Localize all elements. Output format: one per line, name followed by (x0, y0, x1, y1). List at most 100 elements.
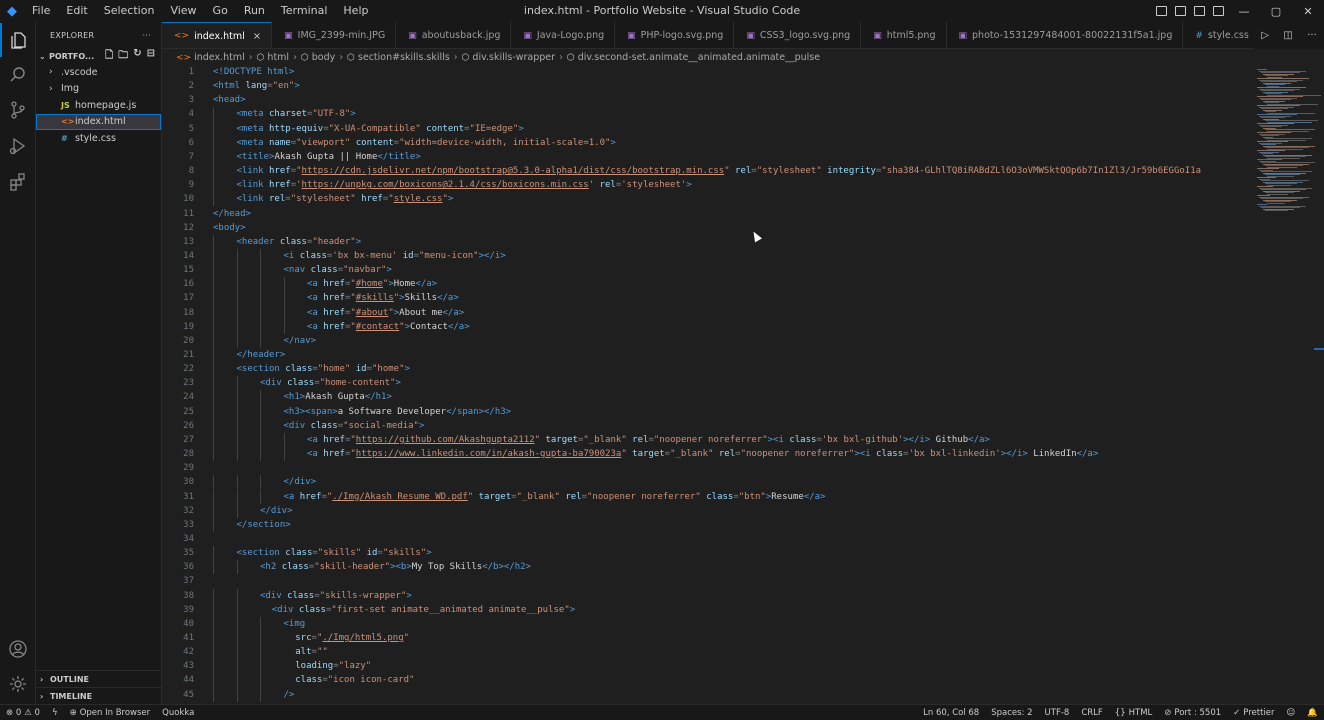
code-text: /> (284, 688, 295, 702)
outline-section[interactable]: › OUTLINE (36, 670, 162, 687)
account-icon[interactable] (0, 632, 36, 666)
indentation[interactable]: Spaces: 2 (985, 708, 1038, 718)
breadcrumb-item[interactable]: ⬡ div.skills-wrapper (462, 52, 556, 63)
tree-item-style-css[interactable]: # style.css (36, 130, 161, 147)
menu-file[interactable]: File (24, 0, 58, 22)
notifications-bell-icon[interactable]: 🔔 (1301, 708, 1324, 718)
menu-go[interactable]: Go (205, 0, 236, 22)
code-text: <meta http-equiv="X-UA-Compatible" conte… (237, 122, 524, 136)
braces-icon: {} (1114, 708, 1126, 718)
quokka-button[interactable]: Quokka (156, 708, 200, 718)
indent-guide (213, 234, 214, 249)
breadcrumb-item[interactable]: ⬡ body (301, 52, 335, 63)
tab-php-logo-svg-png[interactable]: ▣ PHP-logo.svg.png (615, 22, 735, 48)
line-ending[interactable]: CRLF (1075, 708, 1108, 718)
code-line: 21 </header> (162, 348, 1254, 363)
tree-item--vscode[interactable]: › .vscode (36, 64, 161, 81)
code-editor[interactable]: 1 <!DOCTYPE html> 2 <html lang="en"> 3 <head>… (162, 65, 1254, 704)
tree-item-img[interactable]: › Img (36, 81, 161, 98)
toggle-secondary-sidebar-icon[interactable] (1190, 0, 1209, 22)
indent-guide (213, 489, 214, 504)
breadcrumb-item[interactable]: ⬡ html (257, 52, 290, 63)
encoding[interactable]: UTF-8 (1039, 708, 1076, 718)
menu-terminal[interactable]: Terminal (273, 0, 336, 22)
gear-icon[interactable] (0, 667, 36, 701)
customize-layout-icon[interactable] (1209, 0, 1228, 22)
line-number: 24 (183, 392, 194, 403)
close-icon[interactable]: × (253, 31, 261, 42)
explorer-more-icon[interactable]: ··· (142, 31, 151, 40)
breadcrumb-item[interactable]: ⬡ div.second-set.animate__animated.animat… (567, 52, 820, 63)
new-folder-icon[interactable]: 🗀 (118, 48, 128, 65)
source-control-icon[interactable] (0, 93, 36, 127)
token-tag: <a (307, 279, 324, 290)
token-tag: ></i> (1000, 449, 1034, 460)
indent-guide (213, 418, 214, 433)
workspace-folder[interactable]: ⌄ PORTFO... 🗋 🗀 ↻ ⊟ (36, 48, 161, 64)
token-tag: <section (236, 548, 286, 559)
tree-item-index-html[interactable]: <> index.html (36, 113, 161, 130)
token-tag: <i (283, 250, 300, 261)
tab-aboutusback-jpg[interactable]: ▣ aboutusback.jpg (396, 22, 512, 48)
language-mode[interactable]: {} HTML (1109, 708, 1158, 718)
tab-css3-logo-svg-png[interactable]: ▣ CSS3_logo.svg.png (734, 22, 862, 48)
token-tag: </div> (283, 477, 317, 488)
split-editor-icon[interactable]: ◫ (1283, 30, 1292, 41)
indent-guide (213, 362, 214, 377)
menu-selection[interactable]: Selection (96, 0, 163, 22)
refresh-icon[interactable]: ↻ (133, 48, 141, 65)
extensions-icon[interactable] (0, 165, 36, 199)
tab-img-2399-min-jpg[interactable]: ▣ IMG_2399-min.JPG (272, 22, 397, 48)
live-share-icon[interactable]: ϟ (46, 708, 64, 718)
token-tag: <nav (283, 265, 311, 276)
explorer-icon[interactable] (0, 23, 36, 57)
prettier-status[interactable]: ✓ Prettier (1227, 708, 1280, 718)
toggle-primary-sidebar-icon[interactable] (1152, 0, 1171, 22)
menu-help[interactable]: Help (335, 0, 376, 22)
breadcrumb-item[interactable]: ⬡ section#skills.skills (347, 52, 450, 63)
timeline-section[interactable]: › TIMELINE (36, 687, 162, 704)
indent-guide (236, 404, 238, 419)
search-icon[interactable] (0, 58, 36, 92)
menu-run[interactable]: Run (236, 0, 273, 22)
toggle-panel-icon[interactable] (1171, 0, 1190, 22)
token-attr: class (789, 434, 817, 445)
token-val: "IE=edge" (469, 123, 519, 134)
token-tag: </header> (236, 350, 286, 360)
tab-label: photo-1531297484001-80022131f5a1.jpg (972, 30, 1173, 41)
indent-guide (213, 447, 214, 462)
new-file-icon[interactable]: 🗋 (105, 48, 113, 65)
problems-indicator[interactable]: ⊗ 0 ⚠ 0 (0, 708, 46, 718)
token-txt: Resume (771, 491, 804, 502)
menu-edit[interactable]: Edit (58, 0, 95, 22)
run-debug-icon[interactable] (0, 129, 36, 163)
image-file-icon: ▣ (284, 30, 293, 41)
code-text: <body> (213, 221, 246, 235)
breadcrumb-label: div.skills-wrapper (472, 51, 556, 63)
breadcrumb-item[interactable]: <> index.html (176, 52, 245, 63)
run-icon[interactable]: ▷ (1261, 30, 1269, 41)
live-server-port[interactable]: ⊘ Port : 5501 (1158, 708, 1227, 718)
indent-guide (236, 447, 238, 462)
more-actions-icon[interactable]: ··· (1307, 30, 1317, 41)
tab-photo-1531297484001-80022131f5a1-jpg[interactable]: ▣ photo-1531297484001-80022131f5a1.jpg (947, 22, 1184, 48)
line-number: 31 (183, 491, 194, 502)
menu-view[interactable]: View (162, 0, 204, 22)
minimap[interactable] (1254, 65, 1324, 704)
tab-java-logo-png[interactable]: ▣ Java-Logo.png (511, 22, 616, 48)
code-text: <link rel="stylesheet" href="style.css"> (237, 192, 454, 206)
open-in-browser-button[interactable]: ⊕ Open In Browser (64, 708, 157, 718)
minimize-icon[interactable]: — (1228, 0, 1260, 22)
maximize-icon[interactable]: ▢ (1260, 0, 1292, 22)
cursor-position[interactable]: Ln 60, Col 68 (917, 708, 985, 718)
collapse-all-icon[interactable]: ⊟ (147, 48, 155, 65)
feedback-icon[interactable]: ☺ (1281, 708, 1302, 718)
tab-index-html[interactable]: <> index.html × (162, 22, 273, 48)
token-val: " (724, 166, 736, 177)
token-tag: <link (236, 180, 270, 191)
close-window-icon[interactable]: ✕ (1292, 0, 1324, 22)
tab-style-css[interactable]: # style.css (1183, 22, 1260, 48)
token-tag: > (686, 180, 692, 191)
tab-html5-png[interactable]: ▣ html5.png (861, 22, 947, 48)
tree-item-homepage-js[interactable]: JS homepage.js (36, 97, 161, 114)
